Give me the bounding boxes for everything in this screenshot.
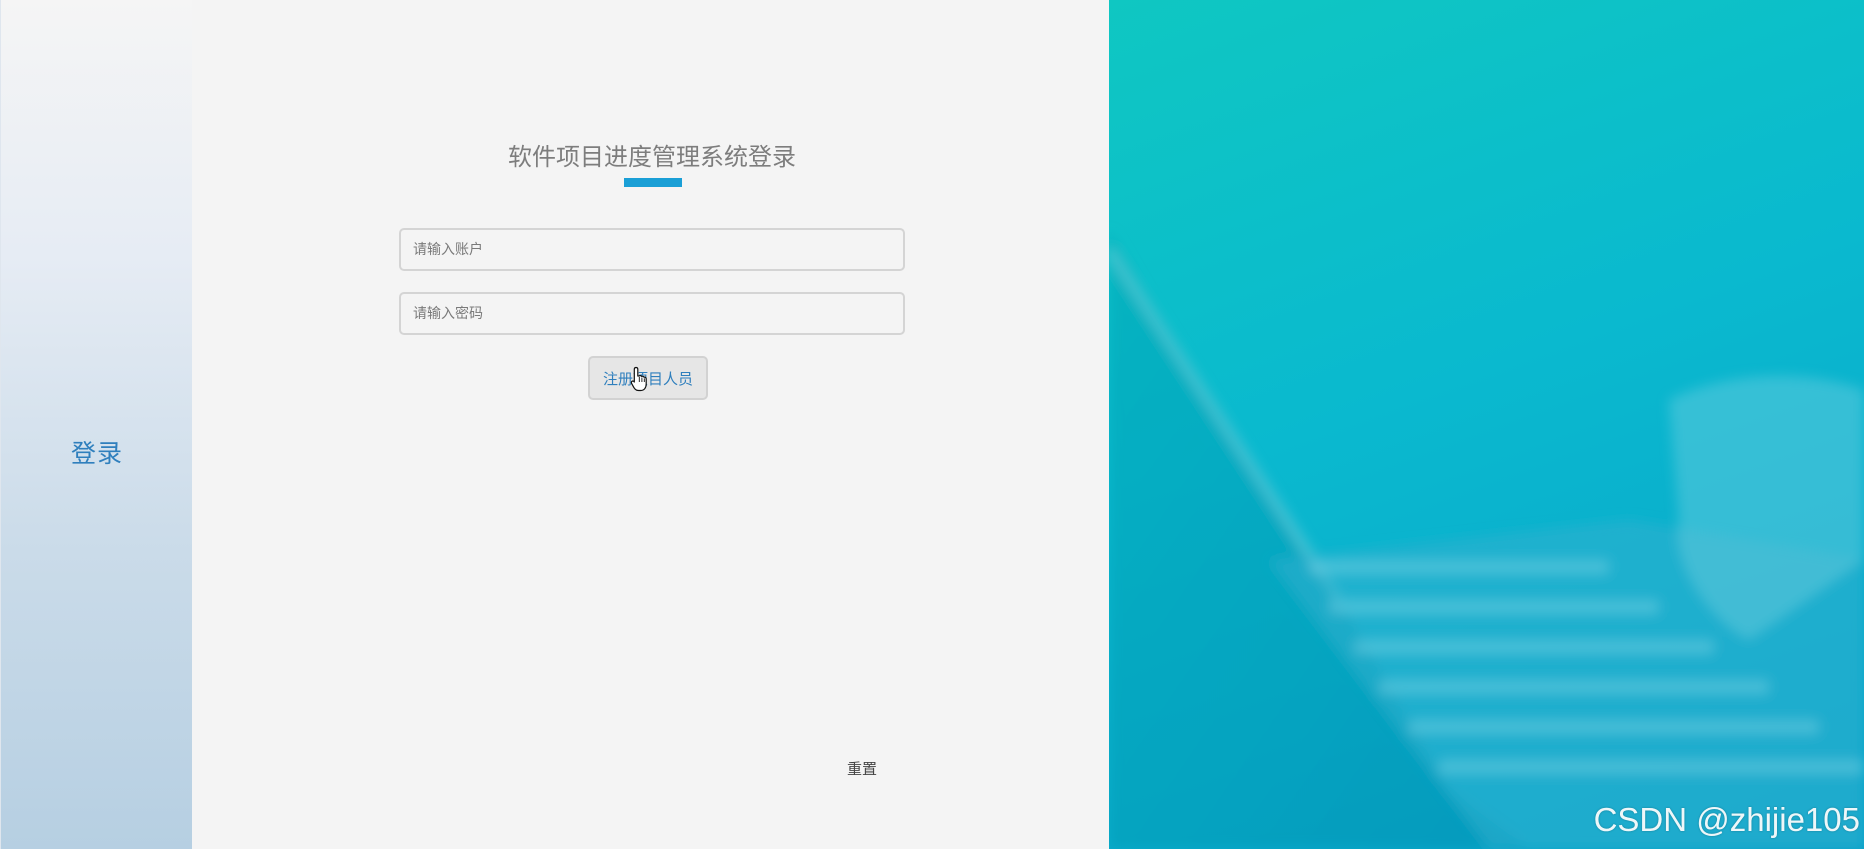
watermark-text: CSDN @zhijie105 [1593,801,1860,838]
login-panel: 软件项目进度管理系统登录 注册项目人员 重置 [192,0,1109,849]
title-underline [624,178,682,187]
laptop-illustration [1109,230,1864,849]
side-login-label[interactable]: 登录 [1,434,193,470]
hero-laptop-image: CSDN @zhijie105 [1109,0,1864,849]
login-page: 登录 软件项目进度管理系统登录 注册项目人员 重置 [0,0,1864,849]
password-input[interactable] [399,292,905,335]
reset-button[interactable]: 重置 [847,758,877,779]
side-strip: 登录 [0,0,193,849]
account-input[interactable] [399,228,905,271]
register-button[interactable]: 注册项目人员 [588,356,708,400]
hand-cursor-icon [630,366,647,392]
login-title: 软件项目进度管理系统登录 [508,143,796,171]
